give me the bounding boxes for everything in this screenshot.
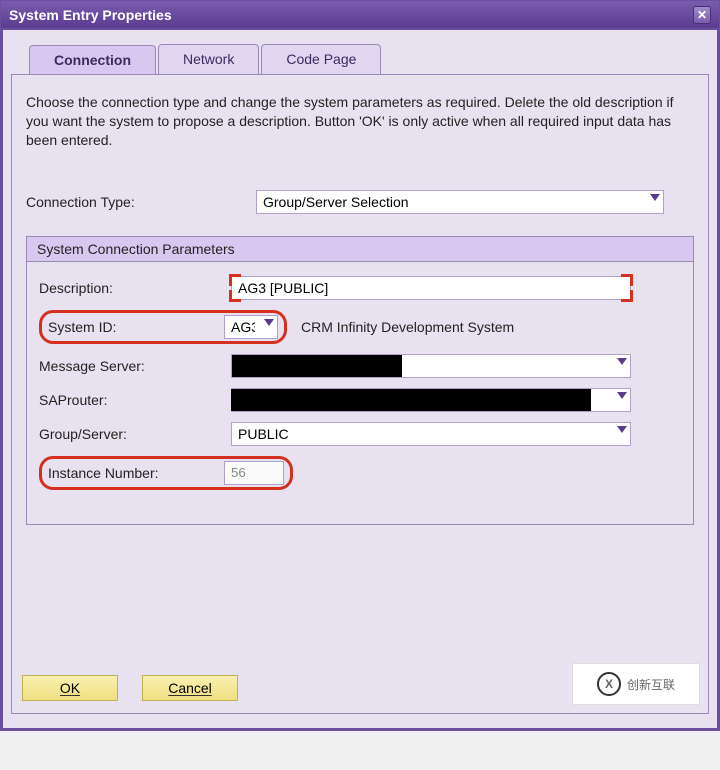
footer-logo-text: 创新互联 <box>627 676 675 693</box>
highlight-instance-number: Instance Number: <box>39 456 293 490</box>
row-connection-type: Connection Type: <box>26 190 694 214</box>
fieldset-connection-params: System Connection Parameters Description… <box>26 236 694 525</box>
group-server-label: Group/Server: <box>39 426 231 442</box>
row-message-server: Message Server: <box>39 354 681 378</box>
saprouter-label: SAProuter: <box>39 392 231 408</box>
cancel-button[interactable]: Cancel <box>142 675 238 701</box>
tab-panel-connection: Choose the connection type and change th… <box>11 74 709 714</box>
system-id-hint: CRM Infinity Development System <box>301 319 514 335</box>
highlight-corner-icon <box>621 290 633 302</box>
message-server-field[interactable] <box>231 354 631 378</box>
highlight-corner-icon <box>229 274 241 286</box>
logo-mark-icon: X <box>597 672 621 696</box>
redacted-block <box>231 389 591 411</box>
system-id-input[interactable] <box>224 315 278 339</box>
footer-logo: X 创新互联 <box>572 663 700 705</box>
message-server-label: Message Server: <box>39 358 231 374</box>
row-system-id: System ID: CRM Infinity Development Syst… <box>39 310 681 344</box>
intro-text: Choose the connection type and change th… <box>26 93 694 150</box>
fieldset-legend: System Connection Parameters <box>27 237 693 262</box>
row-instance-number: Instance Number: <box>39 456 681 490</box>
row-saprouter: SAProuter: <box>39 388 681 412</box>
highlight-corner-icon <box>621 274 633 286</box>
row-description: Description: <box>39 276 681 300</box>
description-label: Description: <box>39 280 231 296</box>
highlight-corner-icon <box>229 290 241 302</box>
connection-type-input[interactable] <box>256 190 664 214</box>
tab-network[interactable]: Network <box>158 44 259 74</box>
button-bar: OK Cancel <box>22 675 238 701</box>
description-wrap <box>231 276 631 300</box>
dialog-body: Connection Network Code Page Choose the … <box>1 28 719 730</box>
dialog-window: System Entry Properties ✕ Connection Net… <box>0 0 720 731</box>
connection-type-label: Connection Type: <box>26 194 256 210</box>
description-input[interactable] <box>231 276 631 300</box>
system-id-label: System ID: <box>48 319 224 335</box>
instance-number-field <box>224 461 284 485</box>
dialog-title: System Entry Properties <box>9 7 172 23</box>
instance-number-input <box>224 461 284 485</box>
row-group-server: Group/Server: <box>39 422 681 446</box>
group-server-field[interactable] <box>231 422 631 446</box>
close-icon[interactable]: ✕ <box>693 6 711 24</box>
tab-code-page[interactable]: Code Page <box>261 44 381 74</box>
tab-strip: Connection Network Code Page <box>29 44 709 74</box>
group-server-input[interactable] <box>231 422 631 446</box>
redacted-block <box>232 355 402 377</box>
system-id-combo[interactable] <box>224 315 278 339</box>
highlight-system-id: System ID: <box>39 310 287 344</box>
saprouter-field[interactable] <box>231 388 631 412</box>
ok-button[interactable]: OK <box>22 675 118 701</box>
instance-number-label: Instance Number: <box>48 465 224 481</box>
tab-connection[interactable]: Connection <box>29 45 156 75</box>
connection-type-combo[interactable] <box>256 190 664 214</box>
title-bar: System Entry Properties ✕ <box>1 1 719 29</box>
